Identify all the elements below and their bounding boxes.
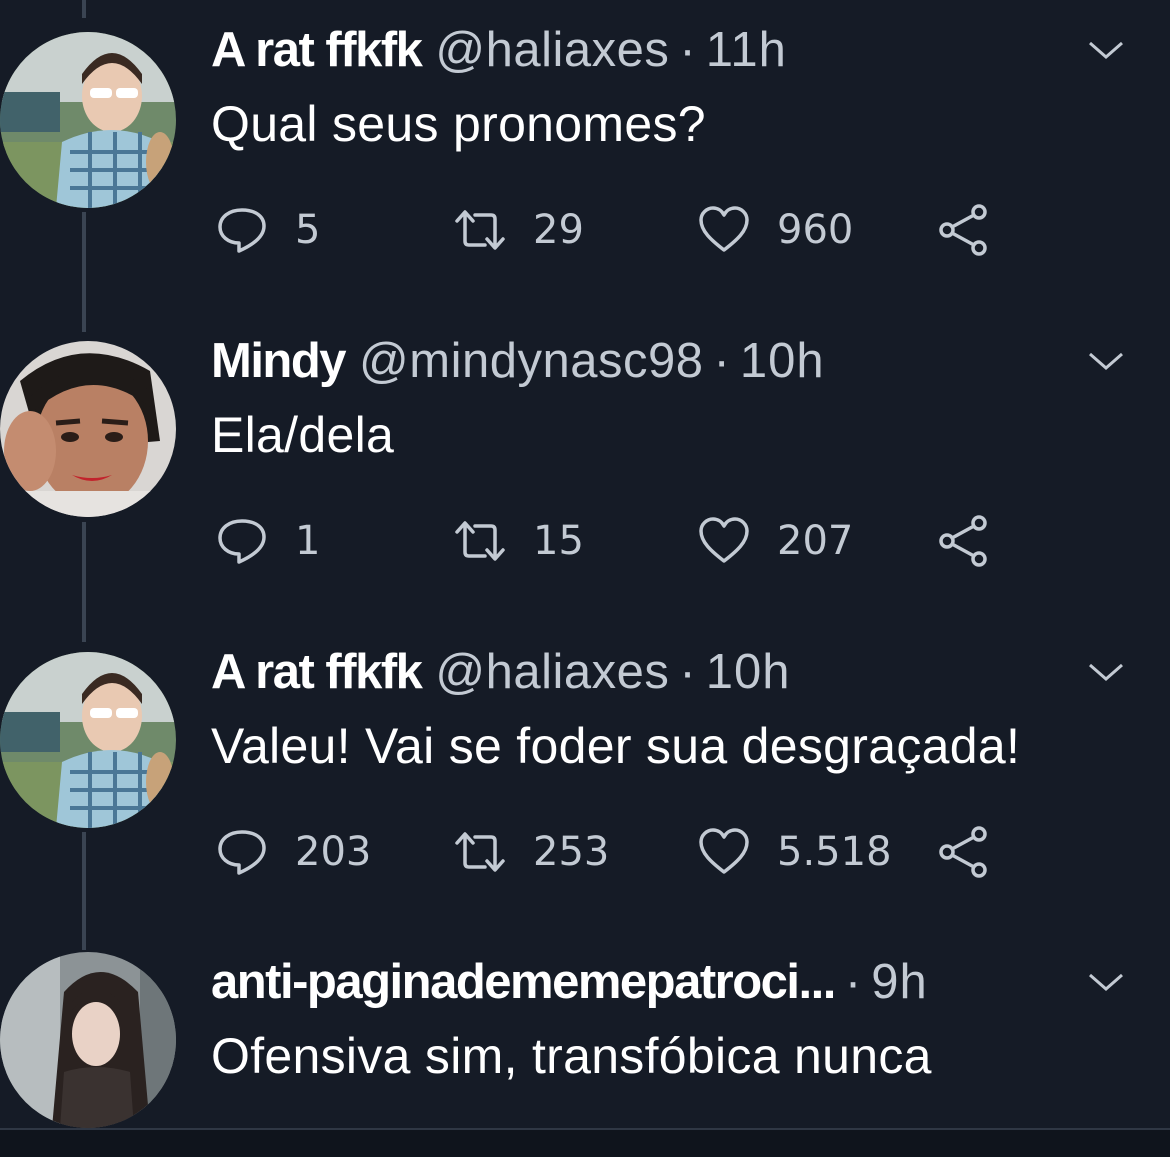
- tweet-text: Ela/dela: [211, 407, 395, 463]
- tweet-header: anti-paginadememepatroci... · 9h: [211, 952, 928, 1012]
- retweet-count: 29: [533, 207, 584, 253]
- avatar[interactable]: [0, 652, 176, 828]
- timestamp[interactable]: 9h: [871, 952, 928, 1012]
- retweet-button[interactable]: 15: [453, 511, 584, 571]
- reply-button[interactable]: 1: [215, 511, 320, 571]
- heart-icon: [699, 828, 749, 874]
- user-handle[interactable]: @haliaxes: [435, 642, 669, 702]
- avatar[interactable]: [0, 952, 176, 1128]
- tweet-actions: 203 253 5.518: [215, 822, 1015, 882]
- share-icon: [939, 204, 987, 256]
- user-handle[interactable]: @haliaxes: [435, 20, 669, 80]
- tweet-header: Mindy @mindynasc98 · 10h: [211, 331, 825, 391]
- like-button[interactable]: 960: [697, 200, 853, 260]
- tweet-actions: 5 29 960: [215, 200, 1015, 260]
- share-button[interactable]: [937, 200, 991, 260]
- retweet-icon: [455, 832, 505, 872]
- separator-dot: ·: [679, 23, 696, 77]
- tweet[interactable]: A rat ffkfk @haliaxes · 11h Qual seus pr…: [0, 0, 1170, 310]
- avatar[interactable]: [0, 341, 176, 517]
- reply-icon: [218, 519, 266, 564]
- heart-icon: [699, 206, 749, 252]
- retweet-count: 15: [533, 518, 584, 564]
- user-handle[interactable]: @mindynasc98: [359, 331, 703, 391]
- like-count: 207: [777, 518, 854, 564]
- tweet[interactable]: anti-paginadememepatroci... · 9h Ofensiv…: [0, 932, 1170, 1128]
- tweet-text: Valeu! Vai se foder sua desgraçada!: [211, 718, 1021, 774]
- like-button[interactable]: 207: [697, 511, 853, 571]
- chevron-down-icon[interactable]: [1086, 660, 1126, 684]
- avatar[interactable]: [0, 32, 176, 208]
- reply-icon: [218, 208, 266, 253]
- share-icon: [939, 826, 987, 878]
- share-button[interactable]: [937, 822, 991, 882]
- chevron-down-icon[interactable]: [1086, 38, 1126, 62]
- tweet-header: A rat ffkfk @haliaxes · 10h: [211, 642, 791, 702]
- reply-count: 203: [295, 829, 372, 875]
- tweet[interactable]: A rat ffkfk @haliaxes · 10h Valeu! Vai s…: [0, 622, 1170, 932]
- avatar-image-1: [0, 32, 176, 208]
- bottom-bar: [0, 1130, 1170, 1157]
- retweet-button[interactable]: 253: [453, 822, 609, 882]
- retweet-count: 253: [533, 829, 610, 875]
- separator-dot: ·: [713, 334, 730, 388]
- share-icon: [939, 515, 987, 567]
- tweet[interactable]: Mindy @mindynasc98 · 10h Ela/dela 1 15 2…: [0, 311, 1170, 621]
- reply-icon: [218, 830, 266, 875]
- chevron-down-icon[interactable]: [1086, 970, 1126, 994]
- like-count: 960: [777, 207, 854, 253]
- display-name[interactable]: Mindy: [211, 331, 347, 391]
- display-name[interactable]: A rat ffkfk: [211, 20, 423, 80]
- retweet-icon: [455, 210, 505, 250]
- like-button[interactable]: 5.518: [697, 822, 892, 882]
- tweet-text: Qual seus pronomes?: [211, 96, 706, 152]
- avatar-image-3: [0, 652, 176, 828]
- display-name[interactable]: A rat ffkfk: [211, 642, 423, 702]
- share-button[interactable]: [937, 511, 991, 571]
- tweet-header: A rat ffkfk @haliaxes · 11h: [211, 20, 787, 80]
- chevron-down-icon[interactable]: [1086, 349, 1126, 373]
- display-name[interactable]: anti-paginadememepatroci...: [211, 952, 836, 1012]
- retweet-button[interactable]: 29: [453, 200, 584, 260]
- separator-dot: ·: [679, 645, 696, 699]
- separator-dot: ·: [844, 955, 862, 1009]
- timestamp[interactable]: 10h: [706, 642, 791, 702]
- timestamp[interactable]: 11h: [706, 20, 787, 80]
- avatar-image-2: [0, 341, 176, 517]
- timestamp[interactable]: 10h: [740, 331, 825, 391]
- reply-count: 1: [295, 518, 321, 564]
- reply-button[interactable]: 5: [215, 200, 320, 260]
- retweet-icon: [455, 521, 505, 561]
- avatar-image-4: [0, 952, 176, 1128]
- heart-icon: [699, 517, 749, 563]
- reply-count: 5: [295, 207, 321, 253]
- tweet-actions: 1 15 207: [215, 511, 1015, 571]
- like-count: 5.518: [777, 829, 892, 875]
- reply-button[interactable]: 203: [215, 822, 371, 882]
- tweet-text: Ofensiva sim, transfóbica nunca: [211, 1028, 932, 1084]
